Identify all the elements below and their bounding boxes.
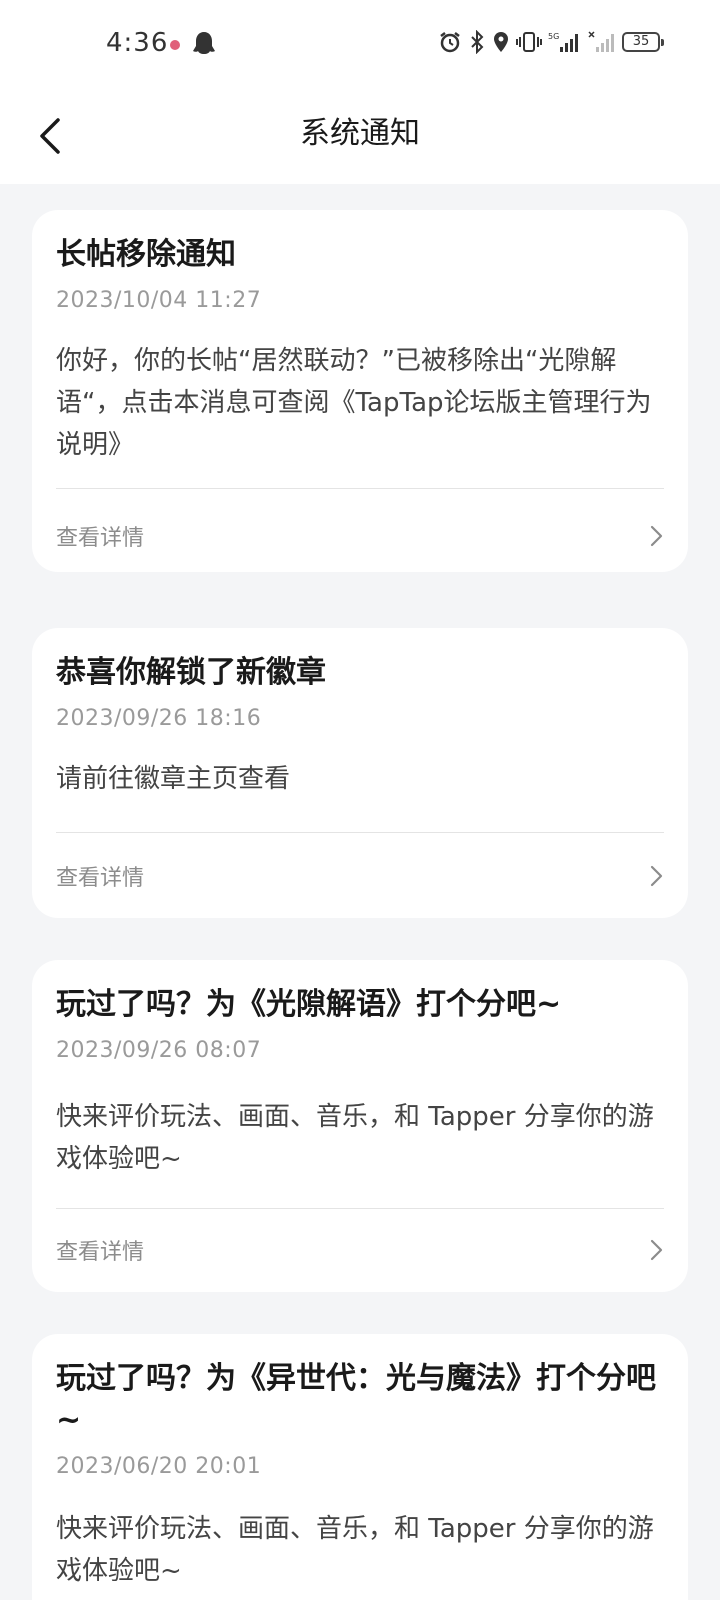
page-title: 系统通知	[300, 116, 420, 151]
notification-title: 玩过了吗？为《异世代：光与魔法》打个分吧~	[56, 1361, 656, 1438]
bluetooth-icon	[468, 30, 486, 54]
signal-no-service-icon	[588, 30, 616, 54]
chevron-right-icon	[650, 1239, 663, 1261]
status-icons: 5G 35	[438, 30, 664, 54]
view-details-button[interactable]: 查看详情	[56, 516, 664, 556]
divider	[56, 1208, 664, 1209]
view-details-label: 查看详情	[56, 1240, 145, 1265]
qq-penguin-icon	[192, 30, 216, 62]
notification-card[interactable]: 玩过了吗？为《异世代：光与魔法》打个分吧~ 2023/06/20 20:01 快…	[32, 1334, 688, 1600]
notification-title: 恭喜你解锁了新徽章	[56, 655, 326, 690]
view-details-label: 查看详情	[56, 526, 145, 551]
signal-5g-icon: 5G	[548, 30, 582, 54]
notification-card[interactable]: 恭喜你解锁了新徽章 2023/09/26 18:16 请前往徽章主页查看 查看详…	[32, 628, 688, 918]
vibrate-icon	[516, 30, 542, 54]
status-bar: 4:36 5G 35	[0, 0, 720, 90]
location-icon	[492, 30, 510, 54]
notification-title: 长帖移除通知	[56, 237, 236, 272]
notification-card[interactable]: 长帖移除通知 2023/10/04 11:27 你好，你的长帖“居然联动？”已被…	[32, 210, 688, 572]
notification-body: 你好，你的长帖“居然联动？”已被移除出“光隙解语“，点击本消息可查阅《TapTa…	[56, 346, 652, 460]
notification-time: 2023/09/26 08:07	[56, 1038, 262, 1063]
view-details-button[interactable]: 查看详情	[56, 1230, 664, 1270]
notification-time: 2023/09/26 18:16	[56, 706, 262, 731]
notification-time: 2023/06/20 20:01	[56, 1454, 262, 1479]
notification-body: 请前往徽章主页查看	[56, 764, 291, 794]
divider	[56, 488, 664, 489]
alarm-icon	[438, 30, 462, 54]
view-details-label: 查看详情	[56, 866, 145, 891]
divider	[56, 832, 664, 833]
status-time: 4:36	[106, 28, 169, 58]
notification-title: 玩过了吗？为《光隙解语》打个分吧~	[56, 987, 562, 1022]
chevron-right-icon	[650, 525, 663, 547]
chevron-right-icon	[650, 865, 663, 887]
notification-body: 快来评价玩法、画面、音乐，和 Tapper 分享你的游戏体验吧~	[56, 1514, 654, 1586]
notification-time: 2023/10/04 11:27	[56, 288, 262, 313]
notification-body: 快来评价玩法、画面、音乐，和 Tapper 分享你的游戏体验吧~	[56, 1102, 654, 1174]
notification-card[interactable]: 玩过了吗？为《光隙解语》打个分吧~ 2023/09/26 08:07 快来评价玩…	[32, 960, 688, 1292]
header-bar: 系统通知	[0, 90, 720, 184]
notification-dot-icon	[170, 40, 180, 50]
battery-indicator: 35	[622, 32, 664, 52]
view-details-button[interactable]: 查看详情	[56, 856, 664, 896]
svg-text:5G: 5G	[548, 32, 559, 41]
